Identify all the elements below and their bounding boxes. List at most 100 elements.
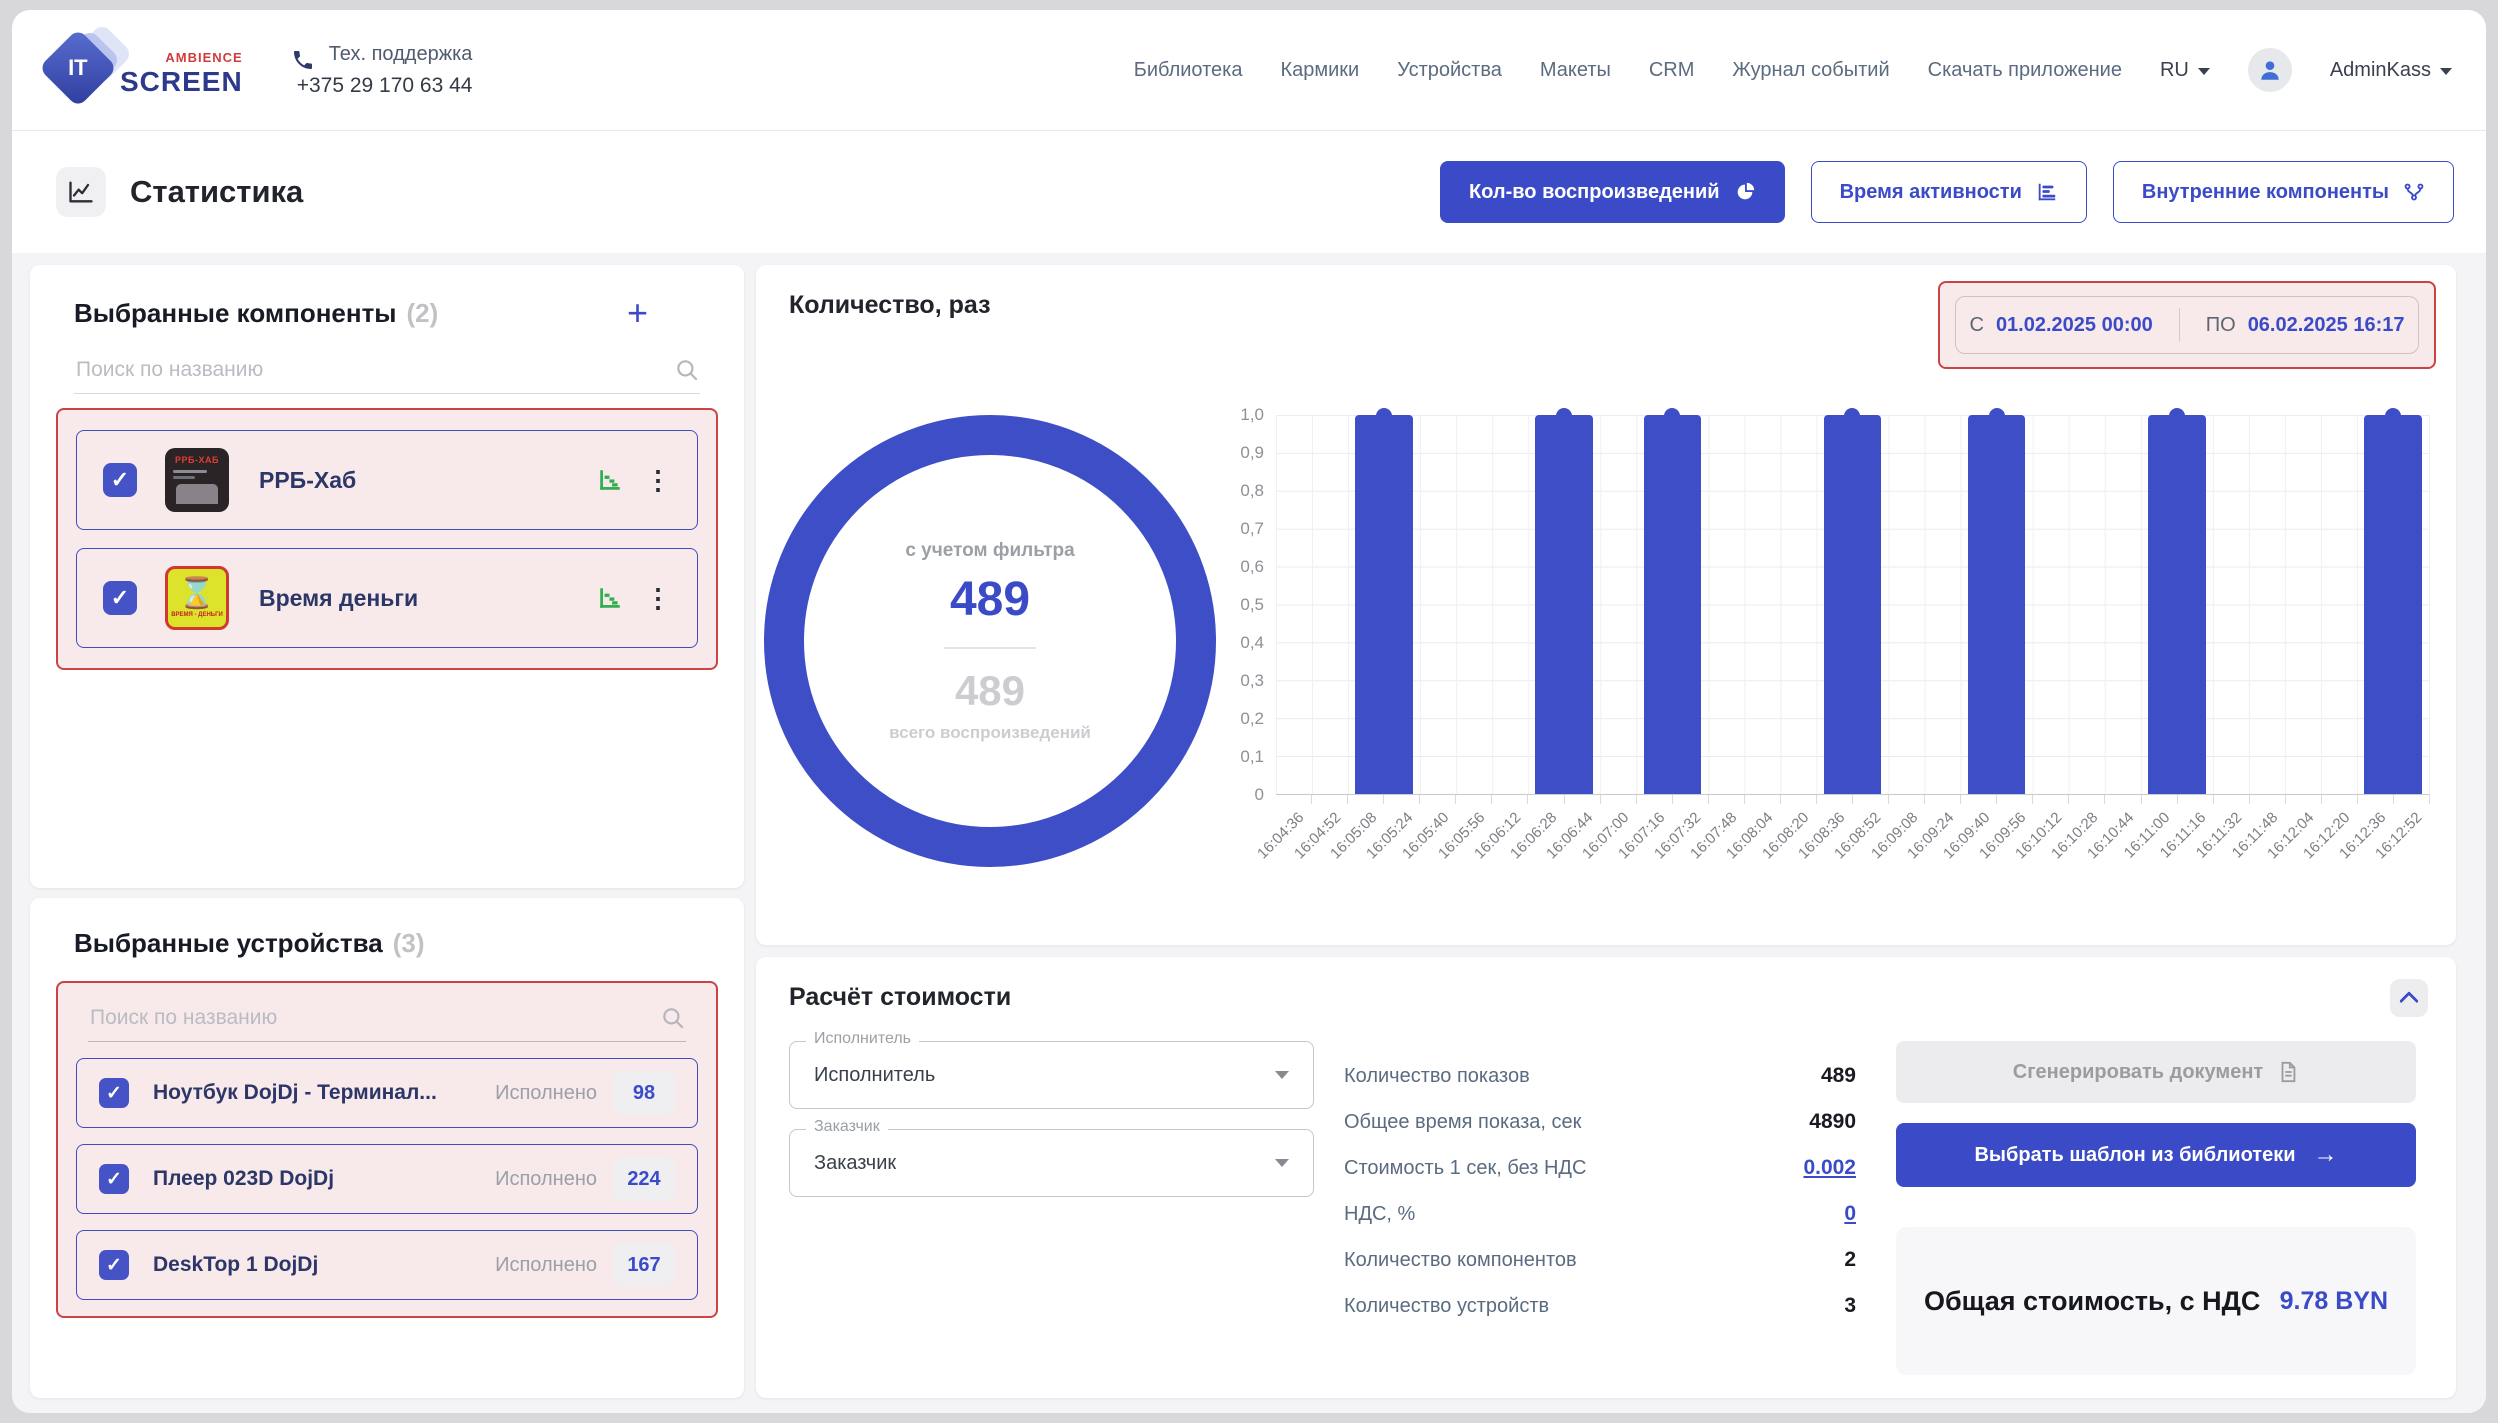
document-icon bbox=[2277, 1061, 2299, 1083]
checkbox-checked[interactable]: ✓ bbox=[103, 581, 137, 615]
bar[interactable] bbox=[1535, 415, 1593, 794]
bar[interactable] bbox=[1355, 415, 1413, 794]
checkbox-checked[interactable]: ✓ bbox=[99, 1078, 129, 1108]
executed-count-badge: 224 bbox=[613, 1157, 675, 1201]
executed-label: Исполнено bbox=[495, 1082, 597, 1105]
nav-link[interactable]: Библиотека bbox=[1134, 59, 1243, 82]
logo-diamond-icon: IT bbox=[46, 22, 142, 118]
performer-select-value: Исполнитель bbox=[814, 1064, 935, 1087]
avatar[interactable] bbox=[2248, 48, 2292, 92]
total-playbacks-label: всего воспроизведений bbox=[889, 723, 1091, 743]
y-tick-label: 0,3 bbox=[1240, 672, 1264, 690]
stat-value: 2 bbox=[1844, 1248, 1856, 1272]
nav-link[interactable]: Макеты bbox=[1540, 59, 1611, 82]
add-component-button[interactable]: + bbox=[627, 295, 700, 331]
customer-select[interactable]: Заказчик Заказчик bbox=[789, 1129, 1314, 1197]
activity-time-label: Время активности bbox=[1840, 181, 2022, 204]
playback-card: Количество, раз С 01.02.2025 00:00 ПО 06… bbox=[756, 265, 2456, 945]
choose-template-label: Выбрать шаблон из библиотеки bbox=[1974, 1144, 2295, 1167]
bar[interactable] bbox=[1968, 415, 2026, 794]
total-cost-label: Общая стоимость, с НДС bbox=[1924, 1286, 2260, 1317]
device-row[interactable]: ✓ Плеер 023D DojDj Исполнено 224 bbox=[76, 1144, 698, 1214]
y-tick-label: 0,5 bbox=[1240, 596, 1264, 614]
bar[interactable] bbox=[2364, 415, 2422, 794]
user-icon bbox=[2257, 57, 2283, 83]
checkbox-checked[interactable]: ✓ bbox=[99, 1164, 129, 1194]
component-row[interactable]: ✓ РРБ-ХАБ РРБ-Хаб ⋮ bbox=[76, 430, 698, 530]
device-label: DeskTop 1 DojDj bbox=[153, 1253, 318, 1277]
playback-count-button[interactable]: Кол-во воспроизведений bbox=[1440, 161, 1785, 223]
y-tick-label: 0,2 bbox=[1240, 710, 1264, 728]
cost-actions: Сгенерировать документ Выбрать шаблон из… bbox=[1896, 1041, 2416, 1375]
cost-selects: Исполнитель Исполнитель Заказчик Заказчи… bbox=[789, 1041, 1314, 1217]
app-logo[interactable]: IT AMBIENCE SCREEN bbox=[46, 22, 243, 118]
device-row[interactable]: ✓ Ноутбук DojDj - Терминал... Исполнено … bbox=[76, 1058, 698, 1128]
kebab-menu-icon[interactable]: ⋮ bbox=[645, 585, 671, 611]
activity-time-button[interactable]: Время активности bbox=[1811, 161, 2087, 223]
inner-components-button[interactable]: Внутренние компоненты bbox=[2113, 161, 2454, 223]
components-search bbox=[74, 357, 700, 394]
stat-value-link[interactable]: 0.002 bbox=[1803, 1156, 1856, 1180]
devices-search-input[interactable] bbox=[88, 1005, 660, 1031]
playback-count-label: Кол-во воспроизведений bbox=[1469, 181, 1720, 204]
checkbox-checked[interactable]: ✓ bbox=[103, 463, 137, 497]
bar-chart-icon bbox=[2036, 181, 2058, 203]
stat-row: НДС, % 0 bbox=[1344, 1191, 1856, 1237]
stats-icon[interactable] bbox=[597, 467, 623, 493]
stat-value-link[interactable]: 0 bbox=[1844, 1202, 1856, 1226]
executed-label: Исполнено bbox=[495, 1168, 597, 1191]
nav-link[interactable]: CRM bbox=[1649, 59, 1695, 82]
nav-link[interactable]: Устройства bbox=[1397, 59, 1502, 82]
search-icon[interactable] bbox=[660, 1005, 686, 1031]
collapse-button[interactable] bbox=[2390, 979, 2428, 1017]
date-from-value[interactable]: 01.02.2025 00:00 bbox=[1996, 314, 2153, 337]
components-search-input[interactable] bbox=[74, 357, 674, 383]
component-label: Время деньги bbox=[259, 585, 418, 612]
bar[interactable] bbox=[1644, 415, 1702, 794]
support-block: Тех. поддержка +375 29 170 63 44 bbox=[291, 43, 473, 98]
devices-search bbox=[88, 1005, 686, 1042]
bar[interactable] bbox=[1824, 415, 1882, 794]
chevron-down-icon bbox=[2440, 68, 2452, 75]
language-selector[interactable]: RU bbox=[2160, 59, 2210, 82]
performer-select[interactable]: Исполнитель Исполнитель bbox=[789, 1041, 1314, 1109]
choose-template-button[interactable]: Выбрать шаблон из библиотеки → bbox=[1896, 1123, 2416, 1187]
logo-ambience: AMBIENCE bbox=[165, 50, 242, 65]
main-nav: Библиотека Кармики Устройства Макеты CRM… bbox=[1134, 48, 2452, 92]
y-tick-label: 0,1 bbox=[1240, 748, 1264, 766]
chevron-down-icon bbox=[1275, 1071, 1289, 1079]
device-row[interactable]: ✓ DeskTop 1 DojDj Исполнено 167 bbox=[76, 1230, 698, 1300]
bar[interactable] bbox=[2148, 415, 2206, 794]
view-switcher: Кол-во воспроизведений Время активности … bbox=[1440, 161, 2454, 223]
kebab-menu-icon[interactable]: ⋮ bbox=[645, 467, 671, 493]
nav-link[interactable]: Кармики bbox=[1280, 59, 1359, 82]
generate-document-label: Сгенерировать документ bbox=[2013, 1061, 2263, 1084]
component-label: РРБ-Хаб bbox=[259, 467, 356, 494]
nav-link[interactable]: Журнал событий bbox=[1732, 59, 1889, 82]
playback-title: Количество, раз bbox=[789, 291, 991, 320]
user-name: AdminKass bbox=[2330, 59, 2431, 82]
customer-select-label: Заказчик bbox=[806, 1118, 888, 1136]
arrow-right-icon: → bbox=[2314, 1141, 2338, 1169]
search-icon[interactable] bbox=[674, 357, 700, 383]
component-row[interactable]: ✓ ⌛ ВРЕМЯ - ДЕНЬГИ Время деньги ⋮ bbox=[76, 548, 698, 648]
device-label: Плеер 023D DojDj bbox=[153, 1167, 334, 1191]
generate-document-button[interactable]: Сгенерировать документ bbox=[1896, 1041, 2416, 1103]
checkbox-checked[interactable]: ✓ bbox=[99, 1250, 129, 1280]
x-tick: 16:12:52 bbox=[2394, 795, 2430, 895]
date-to-value[interactable]: 06.02.2025 16:17 bbox=[2248, 314, 2405, 337]
filtered-label: с учетом фильтра bbox=[905, 540, 1074, 562]
user-menu[interactable]: AdminKass bbox=[2330, 59, 2452, 82]
y-axis: 1,00,90,80,70,60,50,40,30,20,10 bbox=[1224, 406, 1276, 804]
bar-plot bbox=[1276, 415, 2430, 795]
components-selection-box: ✓ РРБ-ХАБ РРБ-Хаб ⋮ ✓ ⌛ ВРЕМЯ - Д bbox=[56, 408, 718, 670]
chevron-down-icon bbox=[1275, 1159, 1289, 1167]
y-tick-label: 0,4 bbox=[1240, 634, 1264, 652]
stat-value: 4890 bbox=[1809, 1110, 1856, 1134]
thumbnail-caption: ВРЕМЯ - ДЕНЬГИ bbox=[171, 612, 223, 618]
stats-icon[interactable] bbox=[597, 585, 623, 611]
component-thumbnail: РРБ-ХАБ bbox=[165, 448, 229, 512]
nav-link[interactable]: Скачать приложение bbox=[1928, 59, 2122, 82]
statistics-chart-icon bbox=[56, 167, 106, 217]
body: Выбранные компоненты (2) + ✓ РРБ-ХАБ РРБ… bbox=[12, 253, 2486, 1413]
